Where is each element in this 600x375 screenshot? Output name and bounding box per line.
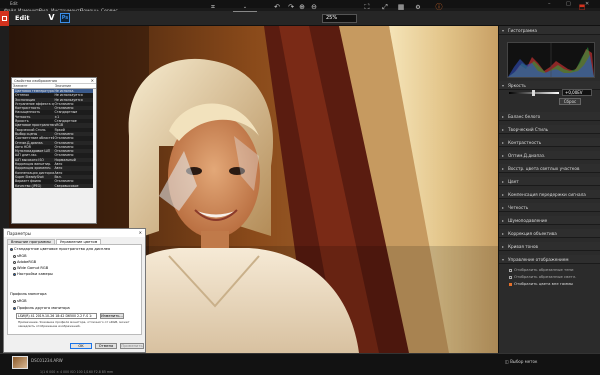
monitor-profile-label: Профиль монитора (10, 292, 47, 296)
chevron-right-icon: ▸ (502, 140, 505, 145)
ok-button[interactable]: OK (70, 343, 92, 349)
mode-label: Edit (15, 14, 30, 22)
option-adobergb[interactable]: AdobeRGB (13, 260, 36, 264)
reset-button[interactable]: Сброс (559, 98, 581, 105)
tag-select-button[interactable]: ◫ Выбор меток (505, 359, 537, 364)
section-contrast[interactable]: ▸ Контрастность (499, 138, 600, 147)
column-header-element[interactable]: Элемент (12, 84, 54, 88)
checkbox[interactable] (509, 268, 512, 272)
fit-screen-icon[interactable]: ⛶ (362, 3, 372, 12)
dialog-title: Параметры (7, 231, 31, 236)
properties-table[interactable]: Цветовая температура Не использ. Оттенок Н… (14, 89, 93, 188)
profile-note: Примечание. Указание профиля монитора, о… (18, 320, 130, 328)
histogram (507, 42, 595, 78)
chevron-right-icon: ▸ (502, 205, 505, 210)
toolbar (0, 11, 600, 26)
display-option-shadows[interactable]: Отобразить обрезанные тени (509, 267, 574, 272)
chevron-right-icon: ▸ (502, 166, 505, 171)
zoom-out-icon[interactable]: ⊖ (309, 3, 319, 12)
grid-icon[interactable]: ▦ (396, 3, 406, 12)
section-display-control[interactable]: ▾ Управление отображением (499, 255, 600, 264)
section-lens-correction[interactable]: ▸ Коррекция объектива (499, 229, 600, 238)
section-tone-curve[interactable]: ▸ Кривая тонов (499, 242, 600, 251)
chevron-right-icon: ▸ (502, 127, 505, 132)
close-icon[interactable]: ✕ (91, 78, 94, 83)
crop-icon[interactable]: ⌗ (208, 3, 218, 12)
image-thumbnail[interactable] (12, 356, 28, 369)
apply-button[interactable]: Применить (120, 343, 144, 349)
section-histogram[interactable]: ▾ Гистограмма (499, 26, 600, 35)
settings-dialog[interactable]: Параметры ✕ Внешние программы Управление… (3, 228, 146, 353)
rotate-right-icon[interactable]: ↷ (286, 3, 296, 12)
section-color[interactable]: ▸ Цвет (499, 177, 600, 186)
column-header-value[interactable]: Значение (54, 84, 96, 88)
zoom-in-icon[interactable]: ⊕ (297, 3, 307, 12)
photoshop-button[interactable]: Ps (60, 13, 70, 23)
option-srgb[interactable]: sRGB (13, 254, 27, 258)
option-wide-gamut[interactable]: Wide Gamut RGB (13, 266, 48, 270)
chevron-down-icon: ▾ (502, 257, 505, 262)
histogram-graph (508, 43, 594, 77)
monitor-profile-select[interactable]: LSW(R) 41 2019-10-26 18:42 D6500 2.2 F-S… (16, 313, 97, 319)
thumbnail-filename: DSC01234.ARW (31, 358, 63, 363)
chevron-right-icon: ▸ (502, 153, 505, 158)
image-properties-dialog[interactable]: Свойства изображения ✕ Элемент Значение … (11, 77, 97, 224)
adjustments-panel: ▾ Гистограмма ▾ Яркость +0,00EV Сброс ▸ Б… (498, 26, 600, 353)
chevron-down-icon: ▾ (502, 28, 505, 33)
maximize-button[interactable]: □ (566, 0, 571, 8)
dialog-title-bar[interactable]: Свойства изображения ✕ (12, 78, 96, 84)
section-sharpness[interactable]: ▸ Четкость (499, 203, 600, 212)
dialog-title-bar[interactable]: Параметры ✕ (4, 229, 145, 237)
section-overexposure-comp[interactable]: ▸ Компенсация передержки сигнала (499, 190, 600, 199)
profile-option-srgb[interactable]: sRGB (13, 299, 27, 303)
rotate-left-icon[interactable]: ↶ (272, 3, 282, 12)
angle-dropdown[interactable]: ⌄ (233, 3, 257, 12)
warning-icon[interactable]: ⓘ (434, 3, 444, 12)
section-noise-reduction[interactable]: ▸ Шумоподавление (499, 216, 600, 225)
close-icon[interactable]: ✕ (139, 230, 142, 235)
actual-size-icon[interactable]: ⤢ (380, 3, 390, 12)
chevron-right-icon: ▸ (502, 244, 505, 249)
slider-handle[interactable] (532, 90, 535, 96)
chevron-right-icon: ▸ (502, 192, 505, 197)
settings-icon[interactable]: ⚙ (413, 3, 423, 12)
export-icon[interactable]: ⬒ (577, 3, 587, 12)
section-creative-style[interactable]: ▸ Творческий Стиль (499, 125, 600, 134)
tab-content: Стандартное цветовое пространство для ди… (7, 244, 142, 335)
chevron-down-icon: ▾ (502, 83, 505, 88)
filmstrip: DSC01234.ARW 1/1 6 000 × 4 000 ISO 100 1… (0, 353, 600, 375)
viewer-mode-button[interactable]: V (47, 13, 56, 23)
status-info: 1/1 6 000 × 4 000 ISO 100 1/160 F2.8 85 … (40, 370, 114, 374)
window-title: Edit (10, 1, 18, 6)
cancel-button[interactable]: Отмена (95, 343, 117, 349)
display-space-group-label: Стандартное цветовое пространство для ди… (10, 247, 110, 251)
brightness-value-input[interactable]: +0,00EV (562, 89, 592, 96)
table-row[interactable]: Качество (JPEG) Сверхвысокое (14, 183, 93, 188)
profile-option-other[interactable]: Профиль другого монитора (13, 306, 70, 310)
group-toggle[interactable] (10, 247, 13, 251)
section-white-balance[interactable]: ▸ Баланс белого (499, 112, 600, 121)
zoom-input[interactable]: 25% (322, 14, 357, 23)
minimize-button[interactable]: – (548, 0, 551, 8)
change-profile-button[interactable]: Изменить... (100, 313, 124, 319)
chevron-right-icon: ▸ (502, 231, 505, 236)
app-logo[interactable] (0, 11, 9, 26)
chevron-right-icon: ▸ (502, 114, 505, 119)
display-option-highlights[interactable]: Отобразить обрезанные светл. (509, 274, 577, 279)
display-option-out-of-gamut[interactable]: Отобразить цвета вне гаммы (509, 281, 573, 286)
section-highlight-recovery[interactable]: ▸ Восстр. цвета светлых участков (499, 164, 600, 173)
checkbox[interactable] (509, 282, 512, 286)
chevron-right-icon: ▸ (502, 179, 505, 184)
option-camera-settings[interactable]: Настройки камеры (13, 272, 53, 276)
section-dro[interactable]: ▸ Оптим.Д.диапаз. (499, 151, 600, 160)
checkbox[interactable] (509, 275, 512, 279)
chevron-right-icon: ▸ (502, 218, 505, 223)
dialog-title: Свойства изображения (14, 79, 57, 83)
